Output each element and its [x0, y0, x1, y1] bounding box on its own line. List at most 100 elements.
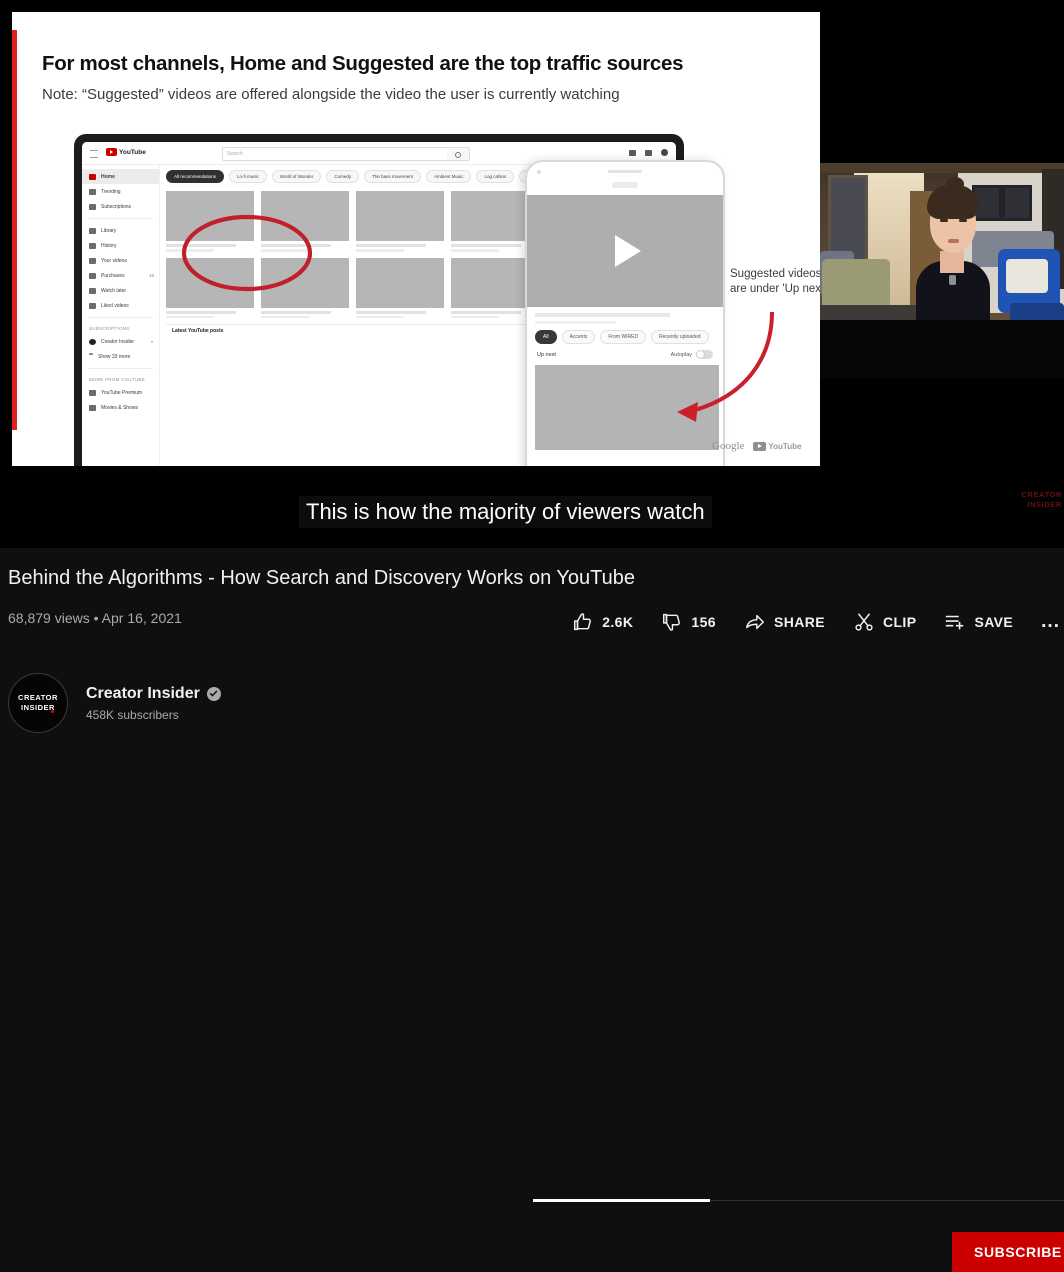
mock-chip: Lo-fi music	[229, 170, 267, 183]
autoplay-toggle	[696, 350, 713, 359]
mock-sidebar-item: Movies & Shows	[82, 400, 159, 415]
youtube-play-icon	[106, 148, 117, 156]
mock-chip: Comedy	[326, 170, 360, 183]
sidebar-item-icon	[89, 404, 96, 411]
scissors-icon	[855, 613, 873, 631]
slide-annotation-text: Suggested videos are under 'Up next'	[730, 268, 820, 295]
phone-upnext-label: Up next	[537, 351, 556, 358]
mock-sidebar-item: Purchases 18	[82, 268, 159, 283]
subscribe-button[interactable]: SUBSCRIBE	[952, 1232, 1064, 1272]
mock-chip: From WIRED	[600, 330, 647, 344]
mock-sidebar-item: History	[82, 238, 159, 253]
share-button[interactable]: SHARE	[730, 606, 839, 638]
channel-name: Creator Insider	[86, 684, 200, 702]
google-logo: Google	[712, 440, 745, 452]
sidebar-item-icon	[89, 227, 96, 234]
mock-chip: World of Wonder	[271, 170, 322, 183]
phone-speaker	[608, 170, 642, 173]
sidebar-item-label: Library	[101, 227, 117, 234]
mock-sidebar-item: Library	[82, 223, 159, 238]
create-video-icon	[629, 149, 636, 156]
avatar-line-2: INSIDER	[21, 703, 55, 712]
sidebar-item-icon	[89, 302, 96, 309]
slide-brandbar: Google YouTube	[712, 440, 801, 452]
page-title: Behind the Algorithms - How Search and D…	[8, 567, 635, 589]
phone-upnext-thumbnail	[535, 365, 719, 450]
phone-chip-bar: All Accents From WIRED Recently uploaded	[527, 330, 723, 344]
channel-watermark: CREATOR INSIDER	[1021, 490, 1062, 510]
sidebar-divider	[88, 218, 153, 219]
phone-status-pill	[612, 182, 638, 188]
watermark-line-2: INSIDER	[1027, 500, 1062, 509]
mock-chip: Log cabins	[476, 170, 515, 183]
slide-note: Note: “Suggested” videos are offered alo…	[42, 86, 620, 103]
share-arrow-icon	[745, 614, 764, 630]
phone-camera-icon	[537, 170, 541, 174]
sidebar-divider	[88, 317, 153, 318]
youtube-brand-logo: YouTube	[753, 441, 802, 451]
video-metadata: 68,879 views • Apr 16, 2021	[8, 610, 182, 626]
more-actions-button[interactable]: ...	[1027, 606, 1064, 638]
play-triangle-icon	[615, 235, 641, 267]
channel-name-row[interactable]: Creator Insider	[86, 685, 221, 703]
view-count: 68,879 views	[8, 610, 90, 626]
phone-mockup: All Accents From WIRED Recently uploaded Up…	[525, 160, 725, 466]
video-info-panel: Behind the Algorithms - How Search and D…	[0, 548, 1064, 1272]
avatar[interactable]: CREATOR INSIDER	[8, 673, 68, 733]
mock-search-placeholder: Search	[227, 150, 243, 157]
sidebar-item-label: Purchases	[101, 272, 125, 279]
like-button[interactable]: 2.6K	[558, 606, 647, 638]
clip-button[interactable]: CLIP	[839, 606, 931, 638]
mock-avatar-icon	[661, 149, 668, 156]
sidebar-section-subscriptions: SUBSCRIPTIONS	[89, 326, 130, 331]
actions-divider	[710, 1200, 1064, 1201]
save-button[interactable]: SAVE	[930, 606, 1027, 638]
sidebar-item-label: Watch later	[101, 287, 127, 294]
mock-chip: Recently uploaded	[651, 330, 709, 344]
sidebar-item-icon	[89, 242, 96, 249]
like-count: 2.6K	[602, 614, 634, 630]
youtube-brand-text: YouTube	[768, 441, 802, 451]
presentation-slide: For most channels, Home and Suggested ar…	[12, 12, 820, 466]
clip-label: CLIP	[882, 614, 917, 630]
dislike-button[interactable]: 156	[647, 606, 730, 638]
youtube-play-icon	[753, 441, 767, 451]
sidebar-item-icon	[89, 257, 96, 264]
action-buttons: 2.6K 156 SHARE CLIP SAVE ...	[558, 606, 1064, 638]
sidebar-section-more: MORE FROM YOUTUBE	[89, 377, 146, 382]
phone-video-area	[527, 195, 723, 307]
thumbnail-card	[261, 257, 349, 318]
sidebar-item-icon	[89, 173, 96, 180]
sidebar-item-icon	[89, 272, 96, 279]
sidebar-show-more-label: Show 33 more	[98, 353, 131, 360]
webcam-overlay	[820, 163, 1064, 378]
sidebar-item-label: Subscriptions	[101, 203, 132, 210]
thumbnail-card	[356, 191, 444, 252]
mock-sidebar-item: Liked videos	[82, 298, 159, 313]
mock-sidebar-item: Trending	[82, 184, 159, 199]
mock-sidebar-item: Home	[82, 169, 159, 184]
thumbnail-card	[166, 191, 254, 252]
sidebar-item-label: Trending	[101, 188, 121, 195]
phone-upnext-row: Up next Autoplay	[527, 350, 723, 359]
watermark-line-1: CREATOR	[1021, 490, 1062, 499]
sidebar-item-icon	[89, 188, 96, 195]
video-player[interactable]: For most channels, Home and Suggested ar…	[0, 0, 1064, 548]
sidebar-item-label: Your videos	[101, 257, 127, 264]
channel-row: CREATOR INSIDER Creator Insider 458K sub…	[8, 673, 221, 733]
mock-sidebar-item: Your videos	[82, 253, 159, 268]
mock-search-icon	[447, 147, 470, 161]
save-playlist-icon	[946, 615, 964, 630]
mock-chip: All recommendations	[166, 170, 225, 183]
mock-sidebar-item: Subscriptions	[82, 199, 159, 214]
sidebar-item-label: YouTube Premium	[101, 389, 143, 396]
sidebar-item-label: Liked videos	[101, 302, 129, 309]
subscriber-count: 458K subscribers	[86, 707, 179, 722]
slide-heading: For most channels, Home and Suggested ar…	[42, 52, 684, 75]
share-label: SHARE	[773, 614, 825, 630]
mock-chip: Accents	[561, 330, 596, 344]
mock-chip: The bass movement	[364, 170, 421, 183]
mock-sidebar-item: YouTube Premium	[82, 385, 159, 400]
sidebar-item-icon	[89, 389, 96, 396]
avatar-red-dot	[51, 710, 54, 713]
